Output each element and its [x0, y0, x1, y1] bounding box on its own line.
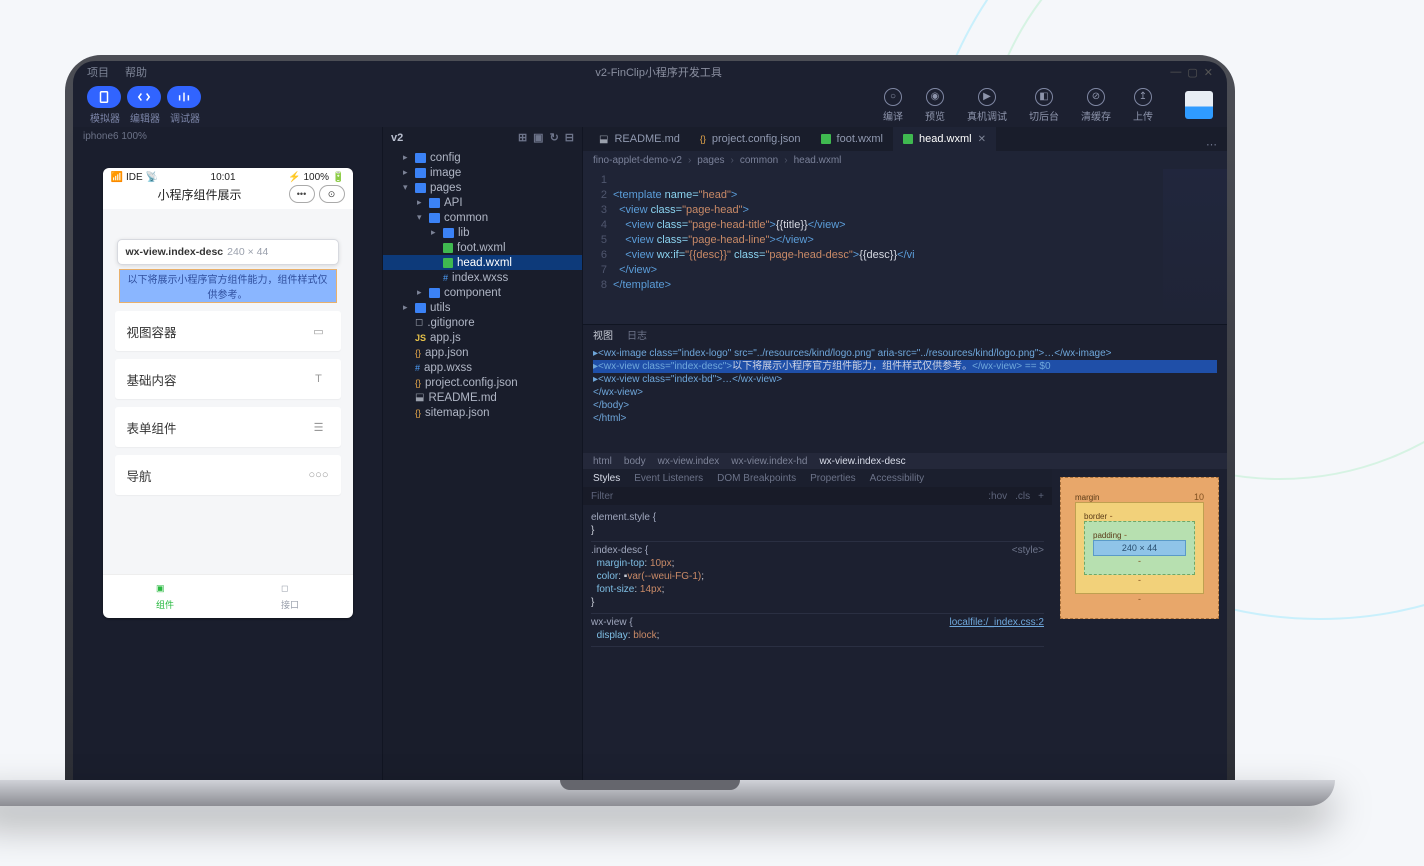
- debugger-toggle[interactable]: [167, 86, 201, 108]
- project-root[interactable]: v2: [391, 132, 403, 144]
- new-file-icon[interactable]: ⊞: [518, 131, 527, 144]
- simulator-toggle[interactable]: [87, 86, 121, 108]
- devtools: 视图 日志 ▸<wx-image class="index-logo" src=…: [583, 324, 1227, 780]
- upload-button[interactable]: ↥上传: [1133, 88, 1153, 123]
- background-button[interactable]: ◧切后台: [1029, 88, 1059, 123]
- avatar[interactable]: [1185, 91, 1213, 119]
- simulator-panel: iphone6 100% 📶IDE📡 10:01 ⚡100%🔋 小程序组件展示 …: [73, 127, 383, 780]
- highlighted-element[interactable]: 以下将展示小程序官方组件能力，组件样式仅供参考。: [119, 269, 337, 303]
- cls-toggle[interactable]: .cls: [1015, 491, 1030, 502]
- menu-help[interactable]: 帮助: [125, 64, 147, 80]
- compile-button[interactable]: ○编译: [883, 88, 903, 123]
- devtools-tab-view[interactable]: 视图: [593, 327, 613, 342]
- menu-row[interactable]: 导航○○○: [115, 455, 341, 495]
- accessibility-tab[interactable]: Accessibility: [870, 473, 924, 484]
- file-image[interactable]: ▸image: [383, 165, 582, 180]
- file-explorer: v2 ⊞ ▣ ↻ ⊟ ▸config▸image▾pages▸API▾commo…: [383, 127, 583, 780]
- capsule-close[interactable]: ⊙: [319, 185, 345, 203]
- minimize-icon[interactable]: —: [1170, 66, 1181, 79]
- code-editor[interactable]: 12345678 <template name="head"> <view cl…: [583, 169, 1227, 324]
- dots-icon: ○○○: [309, 469, 329, 481]
- file-project.config.json[interactable]: {}project.config.json: [383, 375, 582, 390]
- menu-project[interactable]: 项目: [87, 64, 109, 80]
- css-rules[interactable]: element.style {} <style> .index-desc { m…: [583, 505, 1052, 780]
- collapse-icon[interactable]: ⊟: [565, 131, 574, 144]
- menu-icon: ☰: [309, 421, 329, 434]
- page-title: 小程序组件展示: [111, 186, 289, 203]
- file-.gitignore[interactable]: ◻.gitignore: [383, 315, 582, 330]
- phone-preview[interactable]: 📶IDE📡 10:01 ⚡100%🔋 小程序组件展示 ••• ⊙: [103, 168, 353, 618]
- menu-row[interactable]: 视图容器▭: [115, 311, 341, 351]
- file-app.js[interactable]: JSapp.js: [383, 330, 582, 345]
- box-model: margin 10 border - padding - 240 × 44 -: [1052, 469, 1227, 780]
- file-API[interactable]: ▸API: [383, 195, 582, 210]
- menu-row[interactable]: 基础内容T: [115, 359, 341, 399]
- window-title: v2-FinClip小程序开发工具: [163, 64, 1154, 80]
- hov-toggle[interactable]: :hov: [988, 491, 1007, 502]
- tab-readme[interactable]: ⬓README.md: [589, 127, 690, 151]
- laptop-frame: 项目 帮助 v2-FinClip小程序开发工具 — ▢ ✕: [65, 55, 1235, 780]
- file-index.wxss[interactable]: #index.wxss: [383, 270, 582, 285]
- file-app.wxss[interactable]: #app.wxss: [383, 360, 582, 375]
- tabs-overflow-icon[interactable]: ⋯: [1196, 138, 1227, 151]
- tab-head-wxml[interactable]: head.wxml✕: [893, 127, 996, 151]
- properties-tab[interactable]: Properties: [810, 473, 856, 484]
- inspect-tooltip: wx-view.index-desc 240 × 44: [117, 239, 339, 265]
- remote-debug-button[interactable]: ▶真机调试: [967, 88, 1007, 123]
- menu-row[interactable]: 表单组件☰: [115, 407, 341, 447]
- refresh-icon[interactable]: ↻: [550, 131, 559, 144]
- dom-tree[interactable]: ▸<wx-image class="index-logo" src="../re…: [583, 343, 1227, 453]
- card-icon: ▭: [309, 325, 329, 338]
- menubar: 项目 帮助 v2-FinClip小程序开发工具 — ▢ ✕: [73, 61, 1227, 83]
- close-icon[interactable]: ✕: [1204, 66, 1213, 79]
- capsule-menu[interactable]: •••: [289, 185, 315, 203]
- tab-component[interactable]: ▣组件: [103, 575, 228, 618]
- close-tab-icon[interactable]: ✕: [978, 134, 986, 145]
- toolbar: 模拟器 编辑器 调试器 ○编译 ◉预览 ▶真机调试 ◧切后台 ⊘清缓存 ↥上传: [73, 83, 1227, 127]
- editor-tabs: ⬓README.md {}project.config.json foot.wx…: [583, 127, 1227, 151]
- file-app.json[interactable]: {}app.json: [383, 345, 582, 360]
- file-pages[interactable]: ▾pages: [383, 180, 582, 195]
- breadcrumb[interactable]: fino-applet-demo-v2› pages› common› head…: [583, 151, 1227, 169]
- maximize-icon[interactable]: ▢: [1187, 66, 1197, 79]
- new-rule[interactable]: +: [1038, 491, 1044, 502]
- dom-breadcrumb[interactable]: html body wx-view.index wx-view.index-hd…: [583, 453, 1227, 469]
- file-component[interactable]: ▸component: [383, 285, 582, 300]
- text-icon: T: [309, 373, 329, 385]
- dom-breakpoints-tab[interactable]: DOM Breakpoints: [717, 473, 796, 484]
- editor-toggle[interactable]: [127, 86, 161, 108]
- file-config[interactable]: ▸config: [383, 150, 582, 165]
- devtools-tab-log[interactable]: 日志: [627, 327, 647, 342]
- tab-api[interactable]: ◻接口: [228, 575, 353, 618]
- file-head.wxml[interactable]: head.wxml: [383, 255, 582, 270]
- preview-button[interactable]: ◉预览: [925, 88, 945, 123]
- file-foot.wxml[interactable]: foot.wxml: [383, 240, 582, 255]
- file-lib[interactable]: ▸lib: [383, 225, 582, 240]
- file-sitemap.json[interactable]: {}sitemap.json: [383, 405, 582, 420]
- clear-cache-button[interactable]: ⊘清缓存: [1081, 88, 1111, 123]
- file-README.md[interactable]: ⬓README.md: [383, 390, 582, 405]
- styles-filter[interactable]: Filter: [591, 491, 613, 502]
- file-common[interactable]: ▾common: [383, 210, 582, 225]
- new-folder-icon[interactable]: ▣: [533, 131, 543, 144]
- file-utils[interactable]: ▸utils: [383, 300, 582, 315]
- event-listeners-tab[interactable]: Event Listeners: [634, 473, 703, 484]
- styles-tab[interactable]: Styles: [593, 473, 620, 484]
- tab-foot-wxml[interactable]: foot.wxml: [811, 127, 893, 151]
- device-label[interactable]: iphone6 100%: [73, 127, 382, 146]
- tab-project-config[interactable]: {}project.config.json: [690, 127, 811, 151]
